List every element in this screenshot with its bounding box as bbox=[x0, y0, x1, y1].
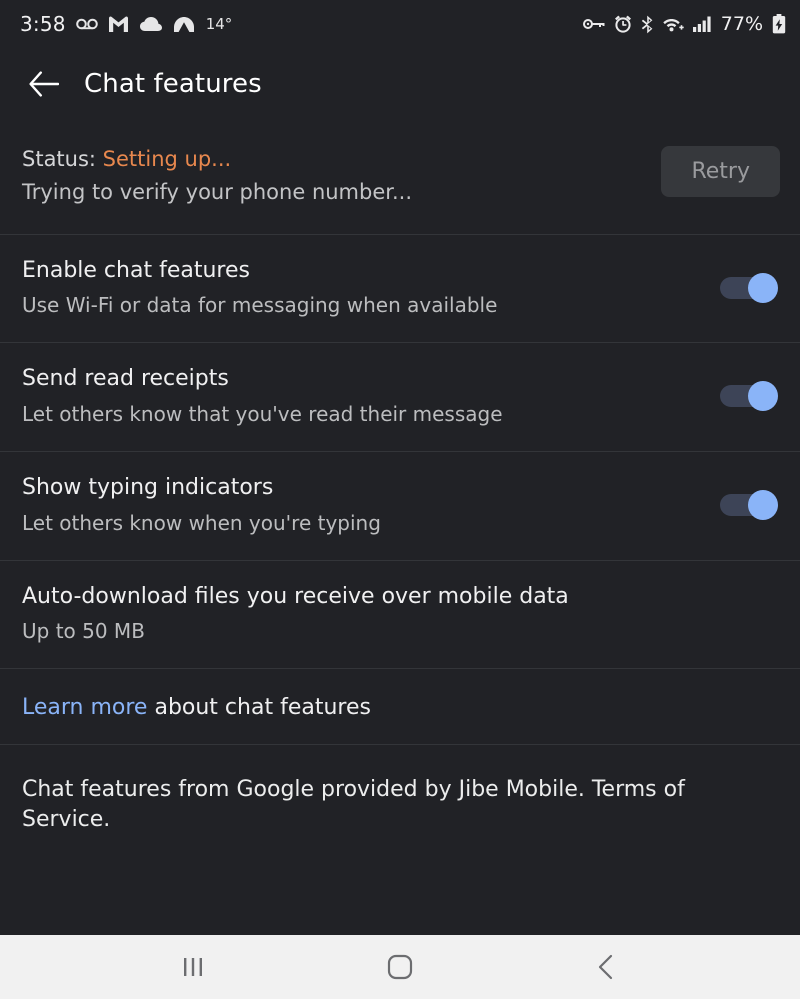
status-value: Setting up... bbox=[102, 147, 232, 171]
home-icon[interactable] bbox=[365, 944, 435, 990]
row-text: Auto-download files you receive over mob… bbox=[22, 583, 778, 645]
learn-more-rest: about chat features bbox=[147, 695, 371, 721]
setting-row-enable-chat-features[interactable]: Enable chat features Use Wi-Fi or data f… bbox=[0, 235, 800, 344]
learn-more-text: Learn more about chat features bbox=[22, 695, 778, 720]
status-section: Status: Setting up... Trying to verify y… bbox=[0, 120, 800, 235]
row-title: Auto-download files you receive over mob… bbox=[22, 583, 569, 609]
row-subtitle: Use Wi-Fi or data for messaging when ava… bbox=[22, 293, 498, 318]
cloud-icon bbox=[139, 16, 163, 32]
vpn-key-icon bbox=[582, 18, 605, 30]
toggle-thumb bbox=[748, 381, 778, 412]
setting-row-auto-download[interactable]: Auto-download files you receive over mob… bbox=[0, 561, 800, 670]
battery-charging-icon bbox=[772, 14, 786, 34]
signal-icon bbox=[692, 16, 712, 32]
app-bar: Chat features bbox=[0, 48, 800, 120]
wifi-icon bbox=[663, 16, 684, 32]
row-text: Enable chat features Use Wi-Fi or data f… bbox=[22, 257, 720, 319]
status-bar: 3:58 14° 77% bbox=[0, 0, 800, 48]
back-arrow-icon[interactable] bbox=[22, 62, 66, 106]
row-title: Show typing indicators bbox=[22, 475, 274, 501]
status-text-block: Status: Setting up... Trying to verify y… bbox=[22, 142, 412, 208]
learn-more-row: Learn more about chat features bbox=[0, 669, 800, 746]
bluetooth-icon bbox=[641, 15, 654, 34]
row-text: Show typing indicators Let others know w… bbox=[22, 474, 720, 536]
setting-row-show-typing-indicators[interactable]: Show typing indicators Let others know w… bbox=[0, 452, 800, 561]
setting-row-send-read-receipts[interactable]: Send read receipts Let others know that … bbox=[0, 343, 800, 453]
system-navigation-bar bbox=[0, 935, 800, 999]
row-subtitle: Let others know when you're typing bbox=[22, 510, 381, 535]
clock: 3:58 bbox=[20, 12, 66, 36]
toggle-send-read-receipts[interactable] bbox=[720, 381, 778, 412]
status-bar-left: 3:58 14° bbox=[20, 12, 232, 36]
gmail-icon bbox=[108, 15, 129, 33]
nav-back-icon[interactable] bbox=[572, 944, 642, 990]
battery-percent-label: 77% bbox=[720, 13, 763, 35]
learn-more-link[interactable]: Learn more bbox=[22, 695, 147, 720]
status-bar-right: 77% bbox=[582, 13, 786, 35]
row-subtitle: Up to 50 MB bbox=[22, 619, 145, 644]
status-line: Status: Setting up... bbox=[22, 144, 412, 174]
page-title: Chat features bbox=[84, 69, 262, 99]
temperature-label: 14° bbox=[205, 15, 233, 33]
legal-row: Chat features from Google provided by Ji… bbox=[0, 745, 800, 834]
recents-icon[interactable] bbox=[158, 944, 228, 990]
row-title: Send read receipts bbox=[22, 366, 229, 392]
toggle-thumb bbox=[748, 489, 778, 520]
row-title: Enable chat features bbox=[22, 257, 250, 283]
alarm-icon bbox=[614, 15, 632, 33]
row-text: Send read receipts Let others know that … bbox=[22, 365, 720, 427]
row-subtitle: Let others know that you've read their m… bbox=[22, 402, 503, 427]
status-label: Status: bbox=[22, 147, 103, 171]
legal-text: Chat features from Google provided by Ji… bbox=[22, 777, 685, 832]
weather-icon bbox=[173, 16, 195, 33]
voicemail-icon bbox=[75, 17, 98, 31]
toggle-show-typing-indicators[interactable] bbox=[720, 489, 778, 520]
toggle-thumb bbox=[748, 272, 778, 303]
status-detail: Trying to verify your phone number... bbox=[22, 180, 412, 205]
phone-screen: 3:58 14° 77% Chat features Status: Setti… bbox=[0, 0, 800, 999]
retry-button[interactable]: Retry bbox=[661, 146, 780, 197]
toggle-enable-chat-features[interactable] bbox=[720, 272, 778, 303]
